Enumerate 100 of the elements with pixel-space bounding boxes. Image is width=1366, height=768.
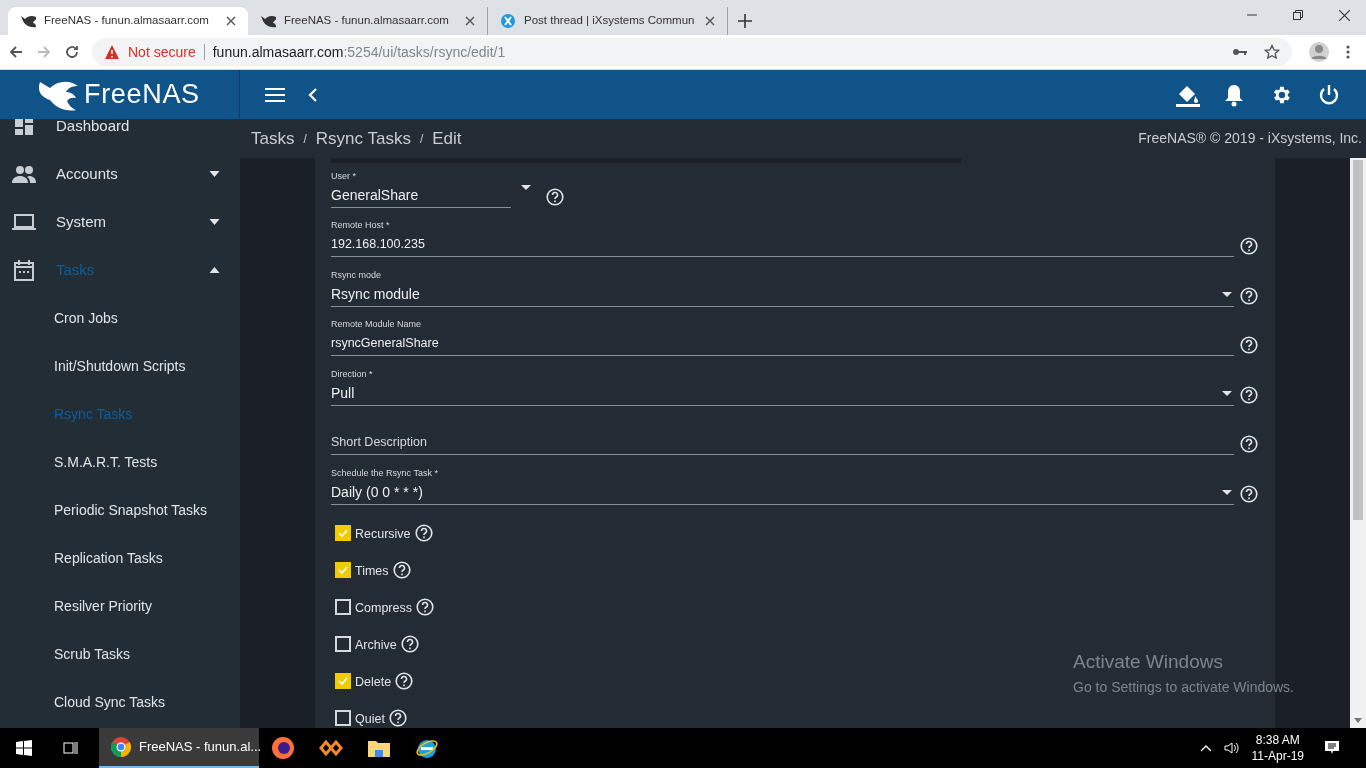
close-icon[interactable] [1339, 9, 1350, 21]
help-icon[interactable] [395, 671, 414, 690]
reload-icon[interactable] [64, 44, 80, 60]
power-icon[interactable] [1318, 83, 1340, 106]
dropdown-caret-icon[interactable] [1222, 489, 1232, 495]
tab-title: FreeNAS - funun.almasaarr.com [44, 13, 210, 29]
chrome-icon [111, 737, 131, 757]
help-icon[interactable] [1240, 237, 1258, 255]
help-icon[interactable] [1240, 336, 1258, 354]
sidebar-item[interactable]: Accounts [0, 150, 240, 198]
activation-title: Activate Windows [1073, 650, 1224, 674]
firefox-icon[interactable] [271, 736, 295, 760]
help-icon[interactable] [546, 187, 564, 206]
checkbox-label: Quiet [355, 711, 385, 728]
close-icon[interactable] [705, 16, 715, 26]
sidebar-subitem[interactable]: Init/Shutdown Scripts [0, 342, 240, 390]
folder-icon[interactable] [367, 738, 391, 758]
sidebar-item[interactable]: System [0, 198, 240, 246]
copyright-text: FreeNAS® © 2019 - iXsystems, Inc. [1138, 129, 1362, 148]
help-icon[interactable] [414, 523, 433, 542]
select-field[interactable]: Direction * Pull [331, 367, 1234, 406]
star-icon[interactable] [1264, 44, 1280, 60]
new-tab-icon[interactable] [738, 14, 752, 28]
security-label: Not secure [128, 42, 196, 62]
close-icon[interactable] [465, 16, 475, 26]
input-field[interactable]: Short Description [331, 434, 1234, 455]
restore-icon[interactable] [1293, 10, 1303, 20]
action-center-icon[interactable] [1324, 740, 1340, 756]
ix-favicon-icon [500, 13, 516, 29]
checkbox[interactable] [335, 561, 351, 578]
profile-avatar-icon[interactable] [1308, 41, 1330, 63]
sidebar-subitem[interactable]: Resilver Priority [0, 582, 240, 630]
checkbox-label: Compress [355, 600, 412, 618]
notification-bell-icon[interactable] [1224, 82, 1244, 107]
select-field[interactable]: Schedule the Rsync Task * Daily (0 0 * * *) [331, 466, 1234, 505]
collapse-chevron-icon[interactable] [307, 86, 319, 103]
checkbox[interactable] [335, 524, 351, 541]
checkbox-label: Times [355, 563, 389, 581]
address-bar[interactable]: Not secure funun.almasaarr.com:5254/ui/tasks/rsync/edit/1 [92, 38, 1292, 66]
help-icon[interactable] [1240, 484, 1258, 503]
breadcrumb-link[interactable]: Tasks [251, 125, 295, 152]
sidebar-subitem[interactable]: Scrub Tasks [0, 630, 240, 678]
checkbox[interactable] [335, 709, 351, 726]
help-icon[interactable] [1240, 385, 1258, 404]
checkbox-label: Delete [355, 674, 392, 692]
checkbox[interactable] [335, 672, 351, 689]
breadcrumb-separator: / [419, 130, 424, 148]
help-icon[interactable] [1240, 435, 1258, 453]
input-field[interactable]: Remote Host * 192.168.100.235 [331, 219, 1234, 257]
sidebar-subitem[interactable]: Cron Jobs [0, 294, 240, 342]
more-icon[interactable] [1346, 44, 1350, 60]
select-field[interactable]: User * GeneralShare [331, 169, 511, 208]
scrollbar-thumb[interactable] [1353, 160, 1363, 520]
sidebar-subitem[interactable]: S.M.A.R.T. Tests [0, 438, 240, 486]
laptop-icon [12, 211, 36, 233]
breadcrumb-separator: / [303, 130, 307, 148]
scrollbar[interactable] [1350, 158, 1366, 728]
help-icon[interactable] [388, 708, 407, 727]
taskbar-app-button[interactable]: FreeNAS - funun.al... [99, 728, 259, 768]
dropdown-caret-icon[interactable] [521, 184, 531, 190]
infinity-app-icon[interactable] [319, 738, 343, 758]
dropdown-caret-icon[interactable] [1222, 291, 1232, 297]
task-view-icon[interactable] [62, 740, 78, 756]
activation-message: Go to Settings to activate Windows. [1073, 677, 1294, 697]
sidebar-subitem[interactable]: Periodic Snapshot Tasks [0, 486, 240, 534]
help-icon[interactable] [415, 597, 434, 616]
people-icon [12, 163, 36, 185]
breadcrumb-current: Edit [432, 127, 462, 150]
clock-time[interactable]: 8:38 AM [1255, 732, 1300, 748]
help-icon[interactable] [1240, 286, 1258, 305]
help-icon[interactable] [400, 634, 419, 653]
url-text: funun.almasaarr.com:5254/ui/tasks/rsync/edit/1 [212, 42, 506, 62]
tray-chevron-icon[interactable] [1199, 744, 1212, 752]
select-field[interactable]: Rsync mode Rsync module [331, 268, 1234, 307]
help-icon[interactable] [392, 560, 411, 579]
calendar-icon [12, 259, 36, 281]
caret-down-icon [209, 171, 220, 177]
scroll-down-arrow-icon[interactable] [1354, 716, 1362, 724]
sidebar-item[interactable]: Dashboard [0, 119, 240, 150]
sidebar-subitem[interactable]: Cloud Sync Tasks [0, 678, 240, 726]
windows-start-icon[interactable] [16, 740, 32, 756]
warning-icon [104, 44, 120, 60]
browser-tab[interactable]: FreeNAS - funun.almasaarr.com [8, 7, 248, 35]
close-icon[interactable] [226, 16, 236, 26]
checkbox[interactable] [335, 598, 351, 615]
menu-icon[interactable] [265, 86, 285, 103]
input-field[interactable]: Remote Module Name rsyncGeneralShare [331, 318, 1234, 356]
dropdown-caret-icon[interactable] [1222, 390, 1232, 396]
volume-icon[interactable] [1223, 740, 1240, 756]
clock-date[interactable]: 11-Apr-19 [1251, 748, 1304, 764]
breadcrumb-link[interactable]: Rsync Tasks [315, 125, 411, 152]
checkbox[interactable] [335, 635, 351, 652]
tab-title: FreeNAS - funun.almasaarr.com [284, 13, 450, 29]
sidebar-subitem[interactable]: Replication Tasks [0, 534, 240, 582]
shark-favicon-icon [20, 13, 36, 29]
back-icon[interactable] [8, 44, 24, 60]
caret-up-icon [209, 267, 220, 273]
dashboard-icon [12, 119, 36, 137]
logo-text: FreeNAS [84, 78, 200, 112]
caret-down-icon [209, 219, 220, 225]
